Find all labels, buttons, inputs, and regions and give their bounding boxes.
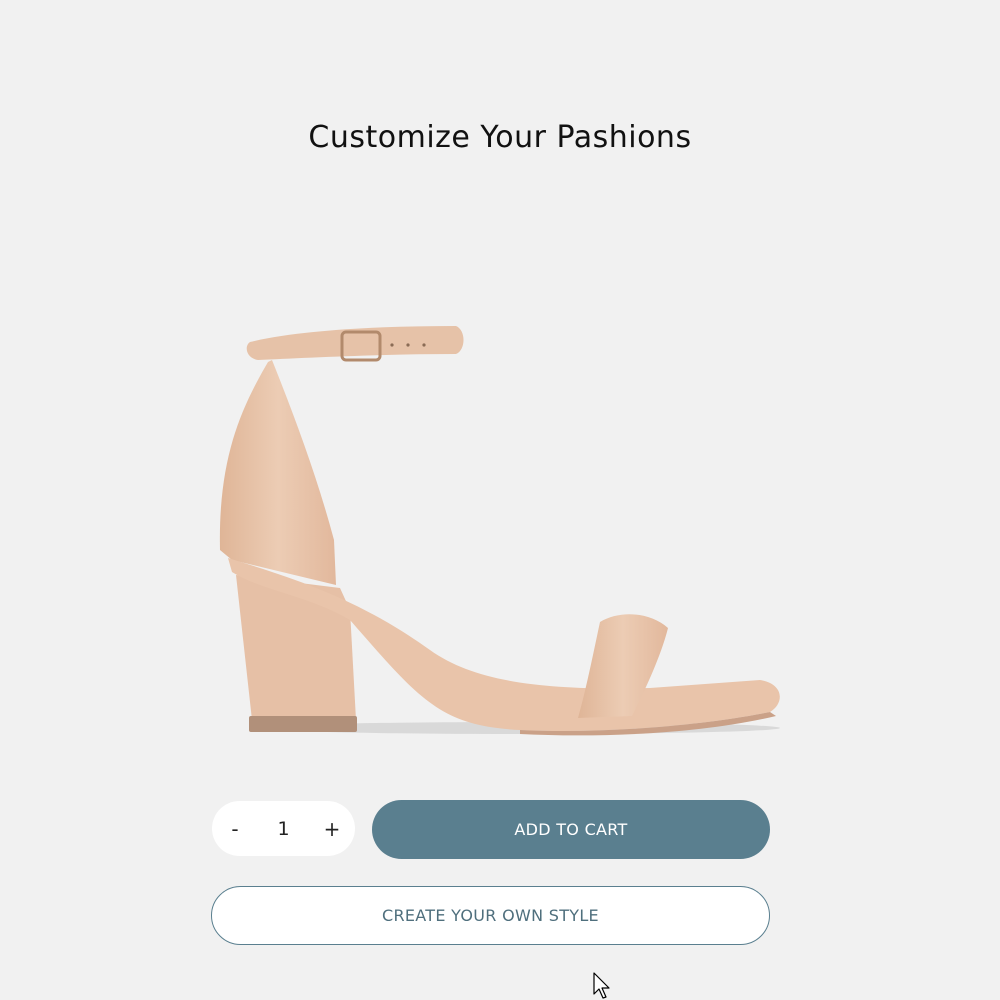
product-image <box>219 326 780 736</box>
create-your-own-style-button[interactable]: CREATE YOUR OWN STYLE <box>211 886 770 945</box>
quantity-stepper[interactable]: - 1 + <box>212 801 355 856</box>
increment-button[interactable]: + <box>317 809 347 849</box>
add-to-cart-button[interactable]: ADD TO CART <box>372 800 770 859</box>
mouse-pointer-icon <box>593 972 610 999</box>
page-title: Customize Your Pashions <box>308 120 692 156</box>
quantity-value[interactable]: 1 <box>264 818 304 840</box>
decrement-button[interactable]: - <box>220 809 250 849</box>
